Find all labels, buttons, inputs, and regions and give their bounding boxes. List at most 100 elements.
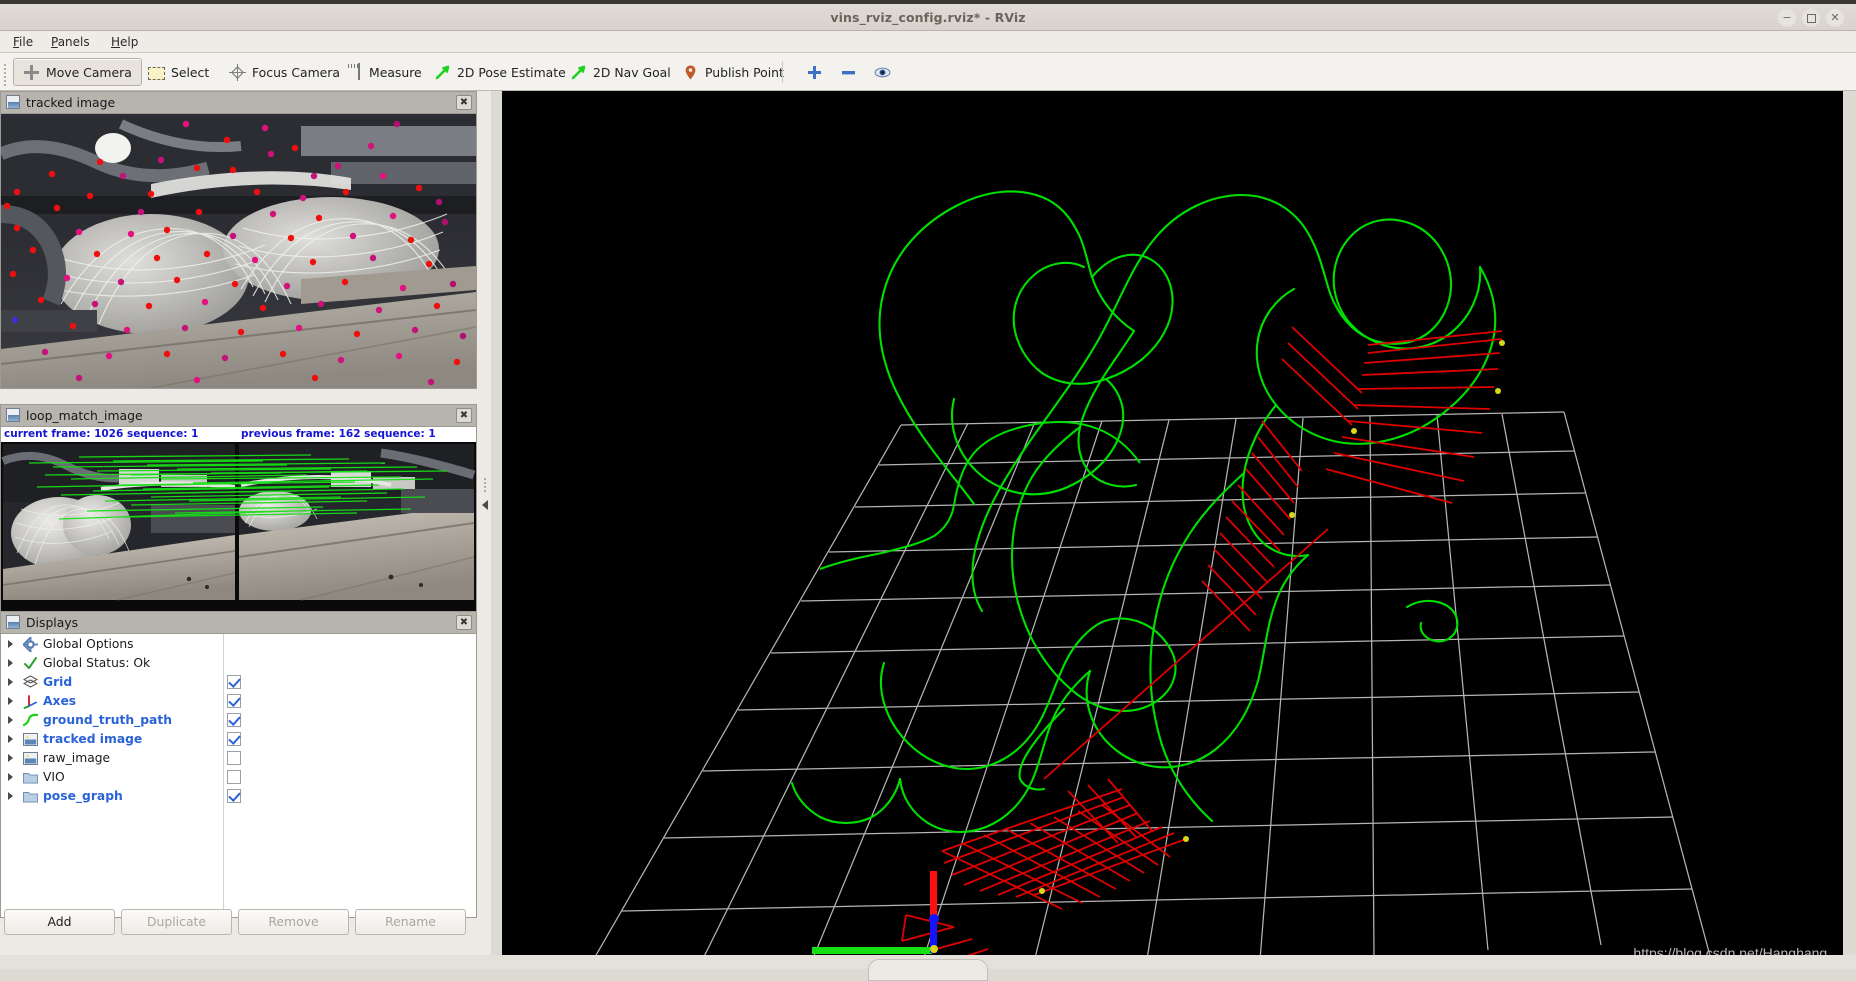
menu-file-rest: ile: [19, 35, 34, 49]
tree-checkbox-vio[interactable]: [227, 770, 241, 784]
tree-checkbox-ground-truth-path[interactable]: [227, 713, 241, 727]
image-icon: [23, 751, 38, 766]
tree-checkbox-grid[interactable]: [227, 675, 241, 689]
displays-panel: Displays ✖ Global Options Global Status:…: [0, 611, 477, 918]
gear-icon: [22, 636, 38, 653]
minus-icon: [840, 64, 857, 81]
focus-camera-button[interactable]: Focus Camera: [219, 58, 350, 86]
visibility-button[interactable]: [864, 58, 901, 86]
loop-match-close-icon[interactable]: ✖: [456, 408, 472, 423]
menu-help[interactable]: Help: [104, 34, 145, 51]
measure-icon: [346, 62, 363, 81]
eye-icon: [874, 64, 891, 81]
nav-goal-button[interactable]: 2D Nav Goal: [560, 58, 681, 86]
menu-help-rest: elp: [120, 35, 139, 49]
tree-checkbox-pose-graph[interactable]: [227, 789, 241, 803]
move-camera-button[interactable]: Move Camera: [13, 58, 142, 86]
tree-row-tracked-image[interactable]: tracked image: [1, 730, 476, 749]
expand-arrow-icon[interactable]: [8, 716, 13, 724]
toolbar-separator: [782, 61, 783, 83]
tree-checkbox-tracked-image[interactable]: [227, 732, 241, 746]
expand-arrow-icon[interactable]: [8, 754, 13, 762]
expand-arrow-icon[interactable]: [8, 697, 13, 705]
image-panel-icon: [6, 408, 20, 422]
measure-button[interactable]: Measure: [336, 58, 432, 86]
grid-icon: [22, 675, 39, 690]
main-toolbar: Move Camera Select Focus Camera Measure …: [0, 53, 1856, 91]
close-button[interactable]: ✕: [1826, 9, 1844, 27]
select-icon: [148, 66, 165, 80]
tree-row-pose-graph[interactable]: pose_graph: [1, 787, 476, 806]
tree-row-ground-truth-path[interactable]: ground_truth_path: [1, 711, 476, 730]
maximize-button[interactable]: [1802, 9, 1820, 27]
minimize-button[interactable]: −: [1778, 9, 1796, 27]
path-icon: [22, 713, 39, 728]
tree-checkbox-raw-image[interactable]: [227, 751, 241, 765]
loop-match-panel-header[interactable]: loop_match_image ✖: [0, 404, 477, 426]
tree-checkbox-axes[interactable]: [227, 694, 241, 708]
image-panel-icon: [6, 95, 20, 109]
tree-row-axes[interactable]: Axes: [1, 692, 476, 711]
menu-help-mnemonic: H: [111, 35, 121, 49]
expand-arrow-icon[interactable]: [8, 678, 13, 686]
expand-arrow-icon[interactable]: [8, 792, 13, 800]
axes-icon: [23, 694, 38, 709]
tracked-image-close-icon[interactable]: ✖: [456, 95, 472, 110]
focus-camera-label: Focus Camera: [252, 64, 340, 80]
loop-match-image-panel: loop_match_image ✖ current frame: 1026 s…: [0, 404, 477, 616]
tree-row-raw-image[interactable]: raw_image: [1, 749, 476, 768]
tree-row-global-status[interactable]: Global Status: Ok: [1, 654, 476, 673]
tracked-image-view[interactable]: [0, 113, 477, 389]
tree-row-global-options[interactable]: Global Options: [1, 635, 476, 654]
publish-point-label: Publish Point: [705, 64, 784, 80]
publish-point-button[interactable]: Publish Point: [672, 58, 794, 86]
remove-button[interactable]: Remove: [238, 909, 349, 935]
maximize-icon: [1806, 13, 1816, 23]
zoom-in-button[interactable]: [796, 58, 833, 86]
menu-panels-rest: anels: [57, 35, 90, 49]
zoom-out-button[interactable]: [830, 58, 867, 86]
loop-match-panel-title: loop_match_image: [26, 408, 143, 423]
right-dock-splitter-handle[interactable]: [1841, 481, 1843, 511]
displays-button-row: Add Duplicate Remove Rename: [0, 909, 477, 939]
bottom-taskbar-pill[interactable]: [868, 959, 988, 981]
pose-estimate-button[interactable]: 2D Pose Estimate: [424, 58, 576, 86]
displays-tree[interactable]: Global Options Global Status: Ok Grid Ax…: [0, 633, 477, 918]
tree-label-axes: Axes: [43, 694, 77, 708]
expand-arrow-icon[interactable]: [8, 659, 13, 667]
image-icon: [23, 732, 38, 747]
tracked-image-panel-header[interactable]: tracked image ✖: [0, 91, 477, 113]
folder-icon: [23, 770, 38, 785]
loop-match-caption-bar: current frame: 1026 sequence: 1 previous…: [1, 427, 476, 442]
publish-point-pin-icon: [682, 64, 699, 81]
duplicate-button[interactable]: Duplicate: [121, 909, 232, 935]
menu-panels-mnemonic: P: [51, 35, 58, 49]
displays-panel-title: Displays: [26, 615, 79, 630]
window-titlebar: vins_rviz_config.rviz* - RViz − ✕: [0, 0, 1856, 31]
loop-match-current-frame-label: current frame: 1026 sequence: 1: [4, 428, 199, 440]
plus-icon: [806, 64, 823, 81]
left-dock-splitter-handle[interactable]: [479, 446, 490, 566]
tracked-image-panel: tracked image ✖: [0, 91, 477, 389]
menu-file[interactable]: File: [6, 34, 40, 51]
displays-close-icon[interactable]: ✖: [456, 615, 472, 630]
displays-panel-header[interactable]: Displays ✖: [0, 611, 477, 633]
tree-row-vio[interactable]: VIO: [1, 768, 476, 787]
toolbar-drag-handle[interactable]: [4, 62, 8, 86]
select-label: Select: [171, 64, 210, 80]
3d-render-view[interactable]: https://blog.csdn.net/Hanghang_: [502, 91, 1843, 969]
expand-arrow-icon[interactable]: [8, 640, 13, 648]
loop-match-image-view[interactable]: current frame: 1026 sequence: 1 previous…: [0, 426, 477, 616]
move-camera-icon: [23, 64, 40, 81]
tree-row-grid[interactable]: Grid: [1, 673, 476, 692]
window-title: vins_rviz_config.rviz* - RViz: [830, 10, 1026, 25]
collapse-left-arrow-icon: [481, 500, 488, 510]
rename-button[interactable]: Rename: [355, 909, 466, 935]
add-button[interactable]: Add: [4, 909, 115, 935]
splitter-grip-dots: [479, 446, 490, 492]
select-button[interactable]: Select: [138, 58, 219, 86]
menu-panels[interactable]: Panels: [44, 34, 97, 51]
tree-label-global-options: Global Options: [43, 637, 134, 651]
expand-arrow-icon[interactable]: [8, 773, 13, 781]
expand-arrow-icon[interactable]: [8, 735, 13, 743]
